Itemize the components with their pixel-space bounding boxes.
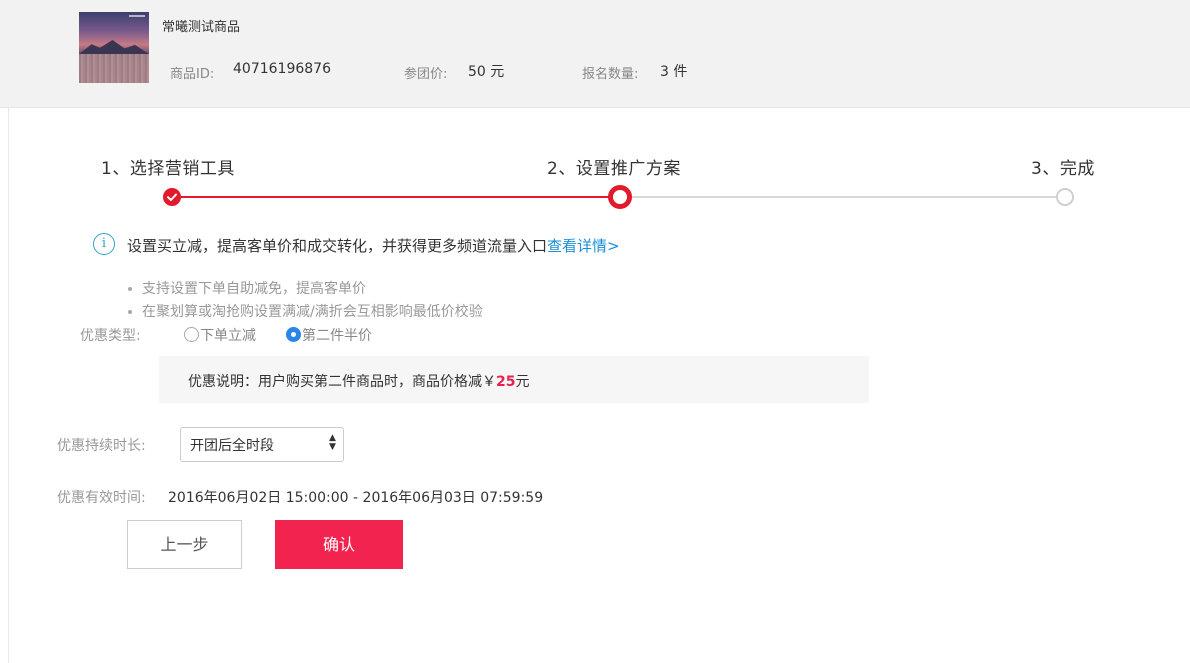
product-id-value: 40716196876 [233,61,331,77]
radio-second-half-price[interactable] [286,327,301,342]
quantity-value: 3 件 [660,64,688,80]
confirm-button[interactable]: 确认 [275,520,403,569]
select-arrows-icon[interactable]: ▲ ▼ [329,434,336,452]
info-text: 设置买立减，提高客单价和成交转化，并获得更多频道流量入口 [127,237,548,255]
list-item: 在聚划算或淘抢购设置满减/满折会互相影响最低价校验 [128,301,483,321]
step-line-pending [620,196,1065,198]
duration-select-value[interactable]: 开团后全时段 [190,435,274,455]
bullet-text: 支持设置下单自助减免，提高客单价 [142,281,366,297]
product-id-label: 商品ID: [170,67,215,82]
radio-order-discount[interactable] [184,327,199,342]
info-icon: i [93,233,115,255]
step-2-current-node [608,185,632,209]
step-3-pending-node [1056,188,1074,206]
product-thumbnail[interactable] [79,12,149,83]
bullet-dot [128,310,132,314]
step-3-label: 3、完成 [1031,159,1095,179]
explain-prefix: 优惠说明：用户购买第二件商品时，商品价格减￥ [188,374,496,390]
radio-order-discount-label[interactable]: 下单立减 [200,325,256,345]
valid-time-label: 优惠有效时间: [57,490,146,506]
discount-type-label: 优惠类型: [80,328,141,344]
step-line-complete [172,196,620,198]
discount-explanation: 优惠说明：用户购买第二件商品时，商品价格减￥25元 [188,371,529,391]
explain-amount: 25 [496,374,516,390]
group-price-value: 50 元 [468,64,505,80]
radio-second-half-price-label[interactable]: 第二件半价 [302,325,372,345]
step-1-label: 1、选择营销工具 [101,159,235,179]
valid-time-value: 2016年06月02日 15:00:00 - 2016年06月03日 07:59… [168,490,544,506]
step-2-label: 2、设置推广方案 [547,159,681,179]
quantity-label: 报名数量: [582,67,639,82]
previous-step-button[interactable]: 上一步 [127,520,242,569]
product-title: 常曦测试商品 [162,20,241,35]
group-price-label: 参团价: [404,67,448,82]
product-header: 常曦测试商品 商品ID: 40716196876 参团价: 50 元 报名数量:… [0,0,1190,108]
info-message: 设置买立减，提高客单价和成交转化，并获得更多频道流量入口查看详情> [127,235,620,256]
duration-label: 优惠持续时长: [57,438,146,454]
bullet-dot [128,287,132,291]
list-item: 支持设置下单自助减免，提高客单价 [128,278,366,298]
step-1-check-icon [163,188,181,206]
view-details-link[interactable]: 查看详情> [547,237,620,255]
explain-suffix: 元 [515,374,530,390]
bullet-text: 在聚划算或淘抢购设置满减/满折会互相影响最低价校验 [142,304,483,320]
